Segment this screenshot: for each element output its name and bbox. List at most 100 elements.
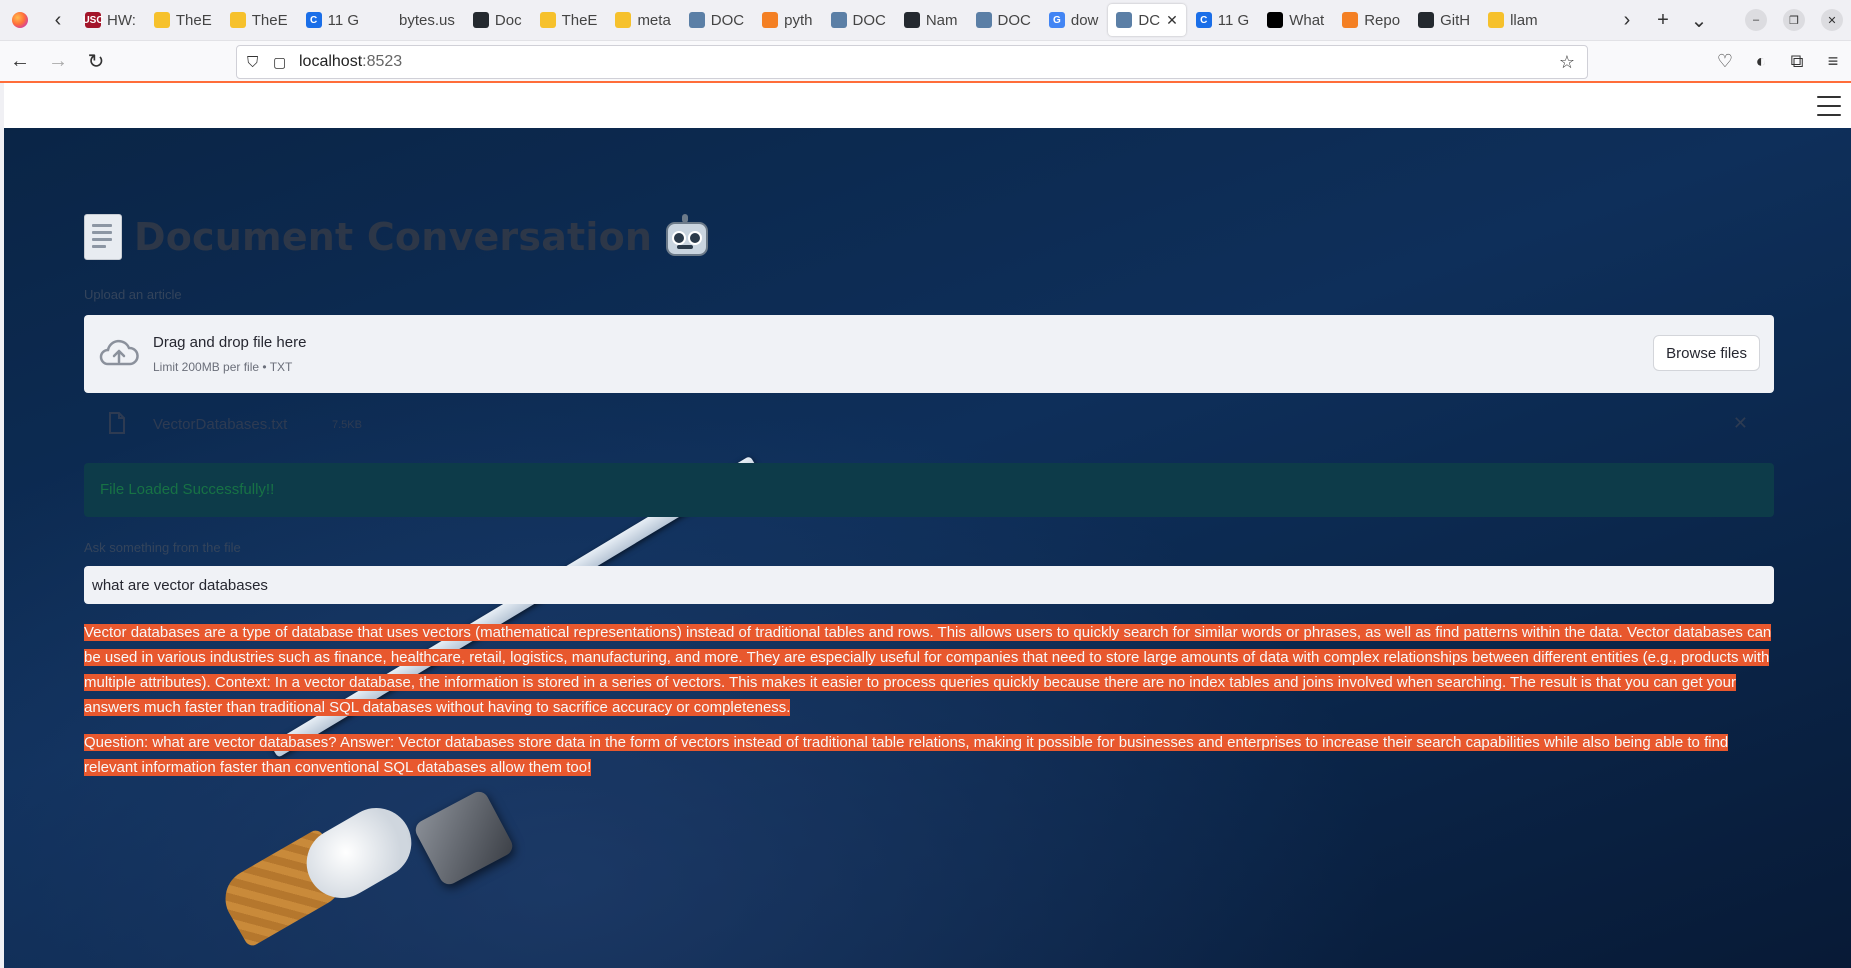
browser-tab[interactable]: llam [1480, 4, 1546, 36]
file-icon [109, 412, 125, 434]
tab-favicon-icon: C [305, 12, 322, 28]
page-title: Document Conversation [134, 215, 653, 259]
tab-favicon-icon: C [1195, 12, 1212, 28]
tab-favicon-icon [615, 12, 632, 28]
tab-title: bytes.us [399, 11, 455, 29]
success-message: File Loaded Successfully!! [100, 481, 275, 498]
tab-title: DOC [852, 11, 886, 29]
tab-favicon-icon [688, 12, 705, 28]
browser-tab[interactable]: TheE [532, 4, 606, 36]
url-port: :8523 [362, 53, 403, 70]
list-all-tabs-icon[interactable]: ⌄ [1681, 0, 1717, 40]
browser-tab[interactable]: C 11 G [298, 4, 367, 36]
browser-nav-bar: ← → ↻ ⛉ ▢ localhost:8523 ☆ ♡ ◐ ⧉ ≡ [0, 41, 1851, 83]
url-host: localhost [299, 53, 363, 70]
streamlit-page: Document Conversation Upload an article … [4, 83, 1851, 968]
tab-title: GitH [1440, 11, 1471, 29]
page-info-icon[interactable]: ▢ [273, 54, 291, 71]
browser-tab[interactable]: GitH [1410, 4, 1478, 36]
browser-tab[interactable]: C 11 G [1188, 4, 1257, 36]
tab-title: TheE [251, 11, 288, 29]
firefox-account-icon[interactable]: ◐ [1743, 43, 1779, 79]
tab-favicon-icon [903, 12, 920, 28]
browser-tab[interactable]: meta [607, 4, 678, 36]
tab-favicon-icon [1342, 12, 1359, 28]
tab-title: TheE [561, 11, 598, 29]
dropzone-title: Drag and drop file here [153, 334, 307, 351]
restore-icon[interactable]: ❐ [1783, 9, 1805, 31]
close-window-icon[interactable]: ✕ [1821, 9, 1843, 31]
page-title-row: Document Conversation [84, 214, 709, 260]
dropzone-limit: Limit 200MB per file • TXT [153, 360, 293, 374]
tab-favicon-icon [539, 12, 556, 28]
question-label: Ask something from the file [84, 540, 241, 555]
background-clip [412, 788, 516, 888]
app-menu-icon[interactable]: ≡ [1815, 43, 1851, 79]
tab-title: 11 G [1217, 11, 1250, 29]
tab-favicon-icon: G [1048, 12, 1065, 28]
tab-scroll-left-icon[interactable]: ‹ [40, 0, 76, 40]
browse-files-button[interactable]: Browse files [1653, 335, 1760, 371]
answer-output: Vector databases are a type of database … [84, 620, 1784, 790]
tab-favicon-icon [377, 12, 393, 28]
bookmark-star-icon[interactable]: ☆ [1559, 52, 1575, 73]
uploaded-file-name: VectorDatabases.txt [153, 416, 288, 433]
success-alert: File Loaded Successfully!! [84, 463, 1774, 517]
back-icon[interactable]: ← [2, 43, 38, 79]
extensions-icon[interactable]: ⧉ [1779, 43, 1815, 79]
tab-favicon-icon [1418, 12, 1435, 28]
tab-favicon-icon [1267, 12, 1284, 28]
tab-title: Doc [494, 11, 522, 29]
browser-tab[interactable]: TheE [222, 4, 296, 36]
answer-paragraph: Vector databases are a type of database … [84, 624, 1772, 716]
tab-title: llam [1510, 11, 1538, 29]
tab-title: Repo [1364, 11, 1401, 29]
file-dropzone[interactable]: Drag and drop file here Limit 200MB per … [84, 315, 1774, 393]
minimize-icon[interactable]: – [1745, 9, 1767, 31]
tab-title: TheE [175, 11, 212, 29]
tab-favicon-icon [153, 12, 170, 28]
new-tab-icon[interactable]: + [1645, 0, 1681, 40]
tab-title: meta [637, 11, 671, 29]
firefox-logo-icon[interactable] [0, 0, 40, 40]
robot-icon [662, 214, 709, 260]
forward-icon[interactable]: → [40, 43, 76, 79]
question-input[interactable] [84, 566, 1774, 604]
url-bar[interactable]: ⛉ ▢ localhost:8523 ☆ [236, 45, 1588, 79]
remove-file-icon[interactable]: ✕ [1733, 413, 1748, 434]
browser-tab[interactable]: DC ✕ [1108, 4, 1186, 36]
browser-tab[interactable]: Repo [1334, 4, 1408, 36]
reload-icon[interactable]: ↻ [78, 43, 114, 79]
tab-strip: USC HW: TheE TheE C 11 G bytes.us Doc TheE meta DO… [76, 0, 1609, 40]
tabbar-controls: › + ⌄ – ❐ ✕ [1609, 0, 1851, 40]
tab-title: DOC [710, 11, 745, 29]
tab-title: DOC [997, 11, 1031, 29]
tab-title: What [1289, 11, 1325, 29]
tab-scroll-right-icon[interactable]: › [1609, 0, 1645, 40]
answer-paragraph: Question: what are vector databases? Ans… [84, 734, 1729, 776]
browser-tab[interactable]: What [1259, 4, 1332, 36]
browser-tab[interactable]: Doc [465, 4, 530, 36]
browser-tab[interactable]: DOC [823, 4, 894, 36]
tab-favicon-icon [762, 12, 779, 28]
tab-title: Nam [925, 11, 958, 29]
browser-tab[interactable]: TheE [146, 4, 220, 36]
uploaded-file-size: 7.5KB [332, 419, 362, 431]
browser-tab[interactable]: USC HW: [77, 4, 144, 36]
pocket-icon[interactable]: ♡ [1707, 43, 1743, 79]
browser-tab[interactable]: Nam [896, 4, 966, 36]
browser-tab[interactable]: pyth [754, 4, 820, 36]
browser-tab[interactable]: DOC [681, 4, 752, 36]
browser-tab[interactable]: DOC [968, 4, 1039, 36]
tracking-shield-icon[interactable]: ⛉ [247, 54, 265, 71]
browser-tab[interactable]: Gdow [1041, 4, 1107, 36]
app-header [4, 83, 1851, 128]
tab-title: DC [1138, 11, 1161, 29]
uploaded-file-row: VectorDatabases.txt 7.5KB ✕ [84, 400, 1774, 450]
document-icon [84, 214, 122, 260]
main-menu-icon[interactable] [1817, 94, 1841, 118]
tab-title: pyth [784, 11, 813, 29]
close-tab-icon[interactable]: ✕ [1166, 12, 1178, 29]
tab-favicon-icon [1116, 12, 1133, 28]
browser-tab[interactable]: bytes.us [369, 4, 463, 36]
